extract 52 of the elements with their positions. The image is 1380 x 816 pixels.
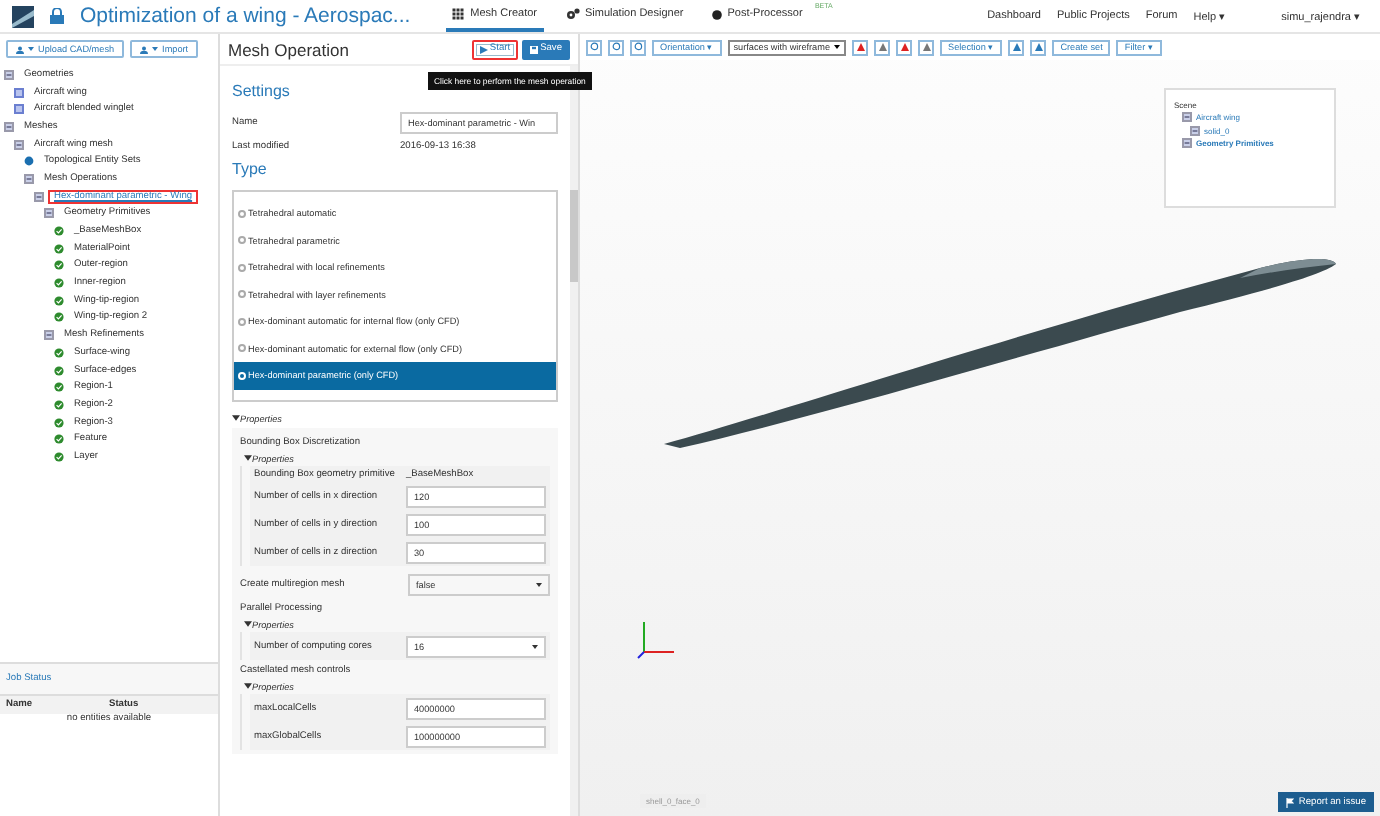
render-mode-button[interactable] bbox=[874, 39, 890, 55]
check-icon bbox=[54, 278, 64, 289]
flag-icon bbox=[1286, 797, 1295, 807]
check-icon bbox=[54, 347, 64, 358]
play-icon bbox=[479, 45, 488, 53]
grid-icon bbox=[452, 8, 465, 20]
collapse-icon[interactable] bbox=[4, 121, 14, 132]
caret-icon bbox=[244, 620, 252, 628]
caret-icon bbox=[152, 46, 159, 52]
check-icon bbox=[54, 451, 64, 462]
collapse-icon[interactable] bbox=[14, 139, 24, 150]
save-icon bbox=[530, 45, 539, 53]
check-icon bbox=[54, 399, 64, 410]
render-mode-button[interactable] bbox=[852, 39, 868, 55]
check-icon bbox=[54, 382, 64, 393]
collapse-icon[interactable] bbox=[44, 330, 54, 341]
lock-icon bbox=[50, 8, 64, 24]
collapse-icon[interactable] bbox=[1190, 125, 1200, 135]
render-mode-button[interactable] bbox=[918, 39, 934, 55]
caret-icon bbox=[232, 414, 240, 422]
caret-icon bbox=[244, 454, 252, 462]
caret-icon bbox=[244, 682, 252, 690]
collapse-icon[interactable] bbox=[1182, 138, 1192, 148]
check-icon bbox=[54, 226, 64, 237]
check-icon bbox=[54, 365, 64, 376]
collapse-icon[interactable] bbox=[24, 173, 34, 184]
check-icon bbox=[54, 417, 64, 428]
caret-icon bbox=[834, 44, 840, 50]
caret-icon bbox=[536, 582, 542, 588]
collapse-icon[interactable] bbox=[4, 69, 14, 80]
section-title: Type bbox=[232, 160, 269, 178]
project-title: Optimization of a wing - Aerospac... bbox=[80, 4, 411, 28]
selection-tool-button[interactable] bbox=[1030, 39, 1047, 55]
selection-tool-button[interactable] bbox=[1008, 39, 1025, 55]
collapse-icon[interactable] bbox=[1182, 112, 1192, 122]
logo-icon bbox=[12, 5, 34, 27]
collapse-icon[interactable] bbox=[34, 191, 44, 202]
caret-icon bbox=[28, 46, 34, 52]
check-icon bbox=[54, 312, 64, 323]
axis-triad-drawing bbox=[636, 616, 680, 660]
check-icon bbox=[54, 243, 64, 254]
check-icon bbox=[54, 434, 64, 445]
check-icon bbox=[54, 295, 64, 306]
panel-title: Mesh Operation bbox=[228, 39, 351, 59]
collapse-icon[interactable] bbox=[44, 208, 54, 219]
user-icon bbox=[16, 45, 24, 53]
caret-icon bbox=[532, 643, 538, 649]
dot-icon bbox=[711, 9, 722, 19]
render-mode-button[interactable] bbox=[896, 39, 912, 55]
dot-icon bbox=[24, 156, 34, 167]
gears-icon bbox=[565, 8, 579, 20]
check-icon bbox=[54, 260, 64, 271]
